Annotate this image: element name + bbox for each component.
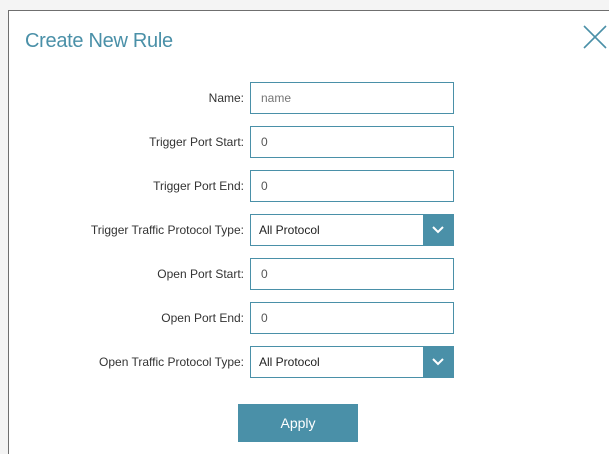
chevron-down-icon[interactable] bbox=[423, 347, 453, 377]
trigger-port-start-label: Trigger Port Start: bbox=[149, 135, 244, 149]
trigger-protocol-label: Trigger Traffic Protocol Type: bbox=[90, 223, 244, 237]
trigger-port-end-input[interactable] bbox=[250, 170, 454, 202]
name-label: Name: bbox=[208, 91, 244, 105]
trigger-protocol-value: All Protocol bbox=[259, 223, 320, 237]
open-port-end-input[interactable] bbox=[250, 302, 454, 334]
trigger-port-end-label: Trigger Port End: bbox=[153, 179, 244, 193]
close-icon[interactable] bbox=[581, 23, 609, 51]
chevron-down-icon[interactable] bbox=[423, 215, 453, 245]
open-protocol-select[interactable]: All Protocol bbox=[250, 346, 454, 378]
create-rule-dialog: Create New Rule Name: Trigger Port Start… bbox=[8, 10, 609, 454]
trigger-port-start-input[interactable] bbox=[250, 126, 454, 158]
open-protocol-label: Open Traffic Protocol Type: bbox=[99, 355, 244, 369]
open-port-start-label: Open Port Start: bbox=[157, 267, 244, 281]
dialog-title: Create New Rule bbox=[25, 30, 173, 52]
name-input[interactable] bbox=[250, 82, 454, 114]
page-background: Create New Rule Name: Trigger Port Start… bbox=[0, 0, 609, 454]
open-port-start-input[interactable] bbox=[250, 258, 454, 290]
open-protocol-value: All Protocol bbox=[259, 355, 320, 369]
trigger-protocol-select[interactable]: All Protocol bbox=[250, 214, 454, 246]
open-port-end-label: Open Port End: bbox=[161, 311, 244, 325]
apply-button[interactable]: Apply bbox=[238, 404, 358, 442]
